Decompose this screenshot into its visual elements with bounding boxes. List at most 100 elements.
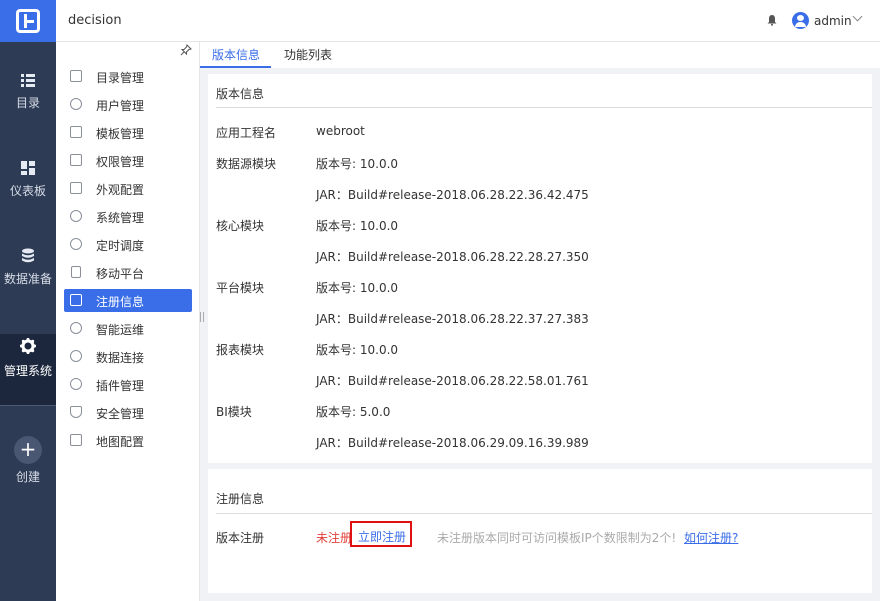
- sidebar-item-permissions[interactable]: 权限管理: [64, 149, 192, 172]
- app-title: decision: [68, 13, 122, 28]
- row-value: JAR：Build#release-2018.06.28.22.28.27.35…: [316, 250, 589, 264]
- rail-item-dashboard[interactable]: 仪表板: [0, 160, 56, 232]
- row-label: 数据源模块: [216, 157, 277, 171]
- row-value: 版本号: 10.0.0: [316, 281, 399, 295]
- sidebar-item-users[interactable]: 用户管理: [64, 93, 192, 116]
- row-value: 版本号: 5.0.0: [316, 405, 391, 419]
- sidebar-item-appearance[interactable]: 外观配置: [64, 177, 192, 200]
- sidebar-item-registration[interactable]: 注册信息: [64, 289, 192, 312]
- register-now-button[interactable]: 立即注册: [350, 521, 412, 547]
- sidebar-item-directory[interactable]: 目录管理: [64, 65, 192, 88]
- row-label: BI模块: [216, 405, 252, 419]
- registration-hint: 未注册版本同时可访问模板IP个数限制为2个!: [437, 531, 677, 545]
- row-label: 核心模块: [216, 219, 265, 233]
- row-value: JAR：Build#release-2018.06.28.22.36.42.47…: [316, 188, 589, 202]
- sidebar-item-system[interactable]: 系统管理: [64, 205, 192, 228]
- row-value: 版本号: 10.0.0: [316, 343, 399, 357]
- avatar[interactable]: [792, 12, 809, 29]
- sidebar-item-label: 地图配置: [96, 435, 145, 449]
- card-divider: [216, 513, 872, 514]
- status-badge: 未注册: [316, 531, 353, 545]
- row-value: 版本号: 10.0.0: [316, 219, 399, 233]
- tab-version-info[interactable]: 版本信息: [212, 46, 260, 63]
- sidebar-item-label: 外观配置: [96, 183, 145, 197]
- tab-feature-list[interactable]: 功能列表: [284, 46, 332, 63]
- register-icon: [70, 294, 82, 306]
- rail-label: 管理系统: [3, 364, 52, 378]
- rail-item-directory[interactable]: 目录: [0, 72, 56, 144]
- logo-icon: [16, 9, 40, 33]
- sidebar-item-label: 注册信息: [96, 295, 145, 309]
- sidebar-item-label: 插件管理: [96, 379, 145, 393]
- sidebar-item-mobile[interactable]: 移动平台: [64, 261, 192, 284]
- template-icon: [70, 126, 82, 138]
- bell-icon[interactable]: [766, 14, 778, 26]
- rail-item-admin[interactable]: 管理系统: [0, 334, 56, 406]
- sidebar-item-plugins[interactable]: 插件管理: [64, 373, 192, 396]
- sidebar-item-data-connection[interactable]: 数据连接: [64, 345, 192, 368]
- lock-icon: [70, 154, 82, 166]
- user-name[interactable]: admin: [814, 14, 852, 28]
- document-icon: [70, 70, 82, 82]
- pin-icon[interactable]: [180, 44, 192, 59]
- sidebar-item-templates[interactable]: 模板管理: [64, 121, 192, 144]
- paint-roller-icon: [70, 182, 82, 194]
- top-bar: decision admin: [56, 0, 880, 42]
- sidebar-item-label: 模板管理: [96, 127, 145, 141]
- app-logo[interactable]: [0, 0, 56, 42]
- list-icon: [20, 72, 36, 88]
- row-value: JAR：Build#release-2018.06.28.22.58.01.76…: [316, 374, 589, 388]
- row-value: webroot: [316, 124, 365, 138]
- rail-item-data-prep[interactable]: 数据准备: [0, 248, 56, 320]
- row-value: 版本号: 10.0.0: [316, 157, 399, 171]
- row-value: JAR：Build#release-2018.06.29.09.16.39.98…: [316, 436, 589, 450]
- registration-info-card: 注册信息 版本注册 未注册 立即注册 未注册版本同时可访问模板IP个数限制为2个…: [208, 469, 872, 593]
- settings-icon: [70, 210, 82, 222]
- card-title: 注册信息: [216, 492, 265, 506]
- shield-icon: [70, 406, 82, 418]
- plus-icon: +: [14, 436, 42, 464]
- sidebar-item-label: 智能运维: [96, 323, 145, 337]
- row-label: 应用工程名: [216, 126, 277, 140]
- admin-sidebar: 目录管理 用户管理 模板管理 权限管理 外观配置 系统管理 定时调度 移动平台 …: [56, 42, 200, 601]
- app-rail: 目录 仪表板 数据准备 管理系统 + 创建: [0, 0, 56, 601]
- clock-icon: [70, 238, 82, 250]
- user-icon: [70, 98, 82, 110]
- resize-handle[interactable]: [200, 312, 204, 322]
- rail-label: 数据准备: [3, 272, 52, 286]
- dashboard-icon: [20, 160, 36, 176]
- sidebar-item-label: 权限管理: [96, 155, 145, 169]
- mobile-icon: [71, 266, 81, 278]
- sidebar-item-schedule[interactable]: 定时调度: [64, 233, 192, 256]
- map-icon: [70, 434, 82, 446]
- how-to-register-link[interactable]: 如何注册?: [684, 529, 738, 546]
- network-icon: [70, 322, 82, 334]
- row-value: JAR：Build#release-2018.06.28.22.37.27.38…: [316, 312, 589, 326]
- database-icon: [20, 248, 36, 264]
- sidebar-item-ops[interactable]: 智能运维: [64, 317, 192, 340]
- card-title: 版本信息: [216, 87, 265, 101]
- rail-item-create[interactable]: + 创建: [0, 436, 56, 508]
- sidebar-item-label: 系统管理: [96, 211, 145, 225]
- card-divider: [216, 107, 872, 108]
- link-icon: [70, 350, 82, 362]
- row-label: 平台模块: [216, 281, 265, 295]
- row-label: 版本注册: [216, 531, 265, 545]
- gear-icon: [19, 337, 37, 355]
- row-label: 报表模块: [216, 343, 265, 357]
- version-info-card: 版本信息 应用工程名 webroot 数据源模块 版本号: 10.0.0 JAR…: [208, 74, 872, 463]
- rail-label: 创建: [15, 470, 40, 484]
- sidebar-item-map[interactable]: 地图配置: [64, 429, 192, 452]
- sidebar-item-label: 定时调度: [96, 239, 145, 253]
- sidebar-item-security[interactable]: 安全管理: [64, 401, 192, 424]
- sidebar-item-label: 目录管理: [96, 71, 145, 85]
- active-tab-indicator: [200, 66, 271, 68]
- register-now-label: 立即注册: [358, 530, 407, 544]
- sidebar-item-label: 数据连接: [96, 351, 145, 365]
- chevron-down-icon[interactable]: [852, 11, 863, 22]
- tab-bar: 版本信息 功能列表: [200, 42, 880, 68]
- sidebar-item-label: 安全管理: [96, 407, 145, 421]
- plugin-icon: [70, 378, 82, 390]
- rail-divider: [0, 405, 56, 406]
- sidebar-item-label: 用户管理: [96, 99, 145, 113]
